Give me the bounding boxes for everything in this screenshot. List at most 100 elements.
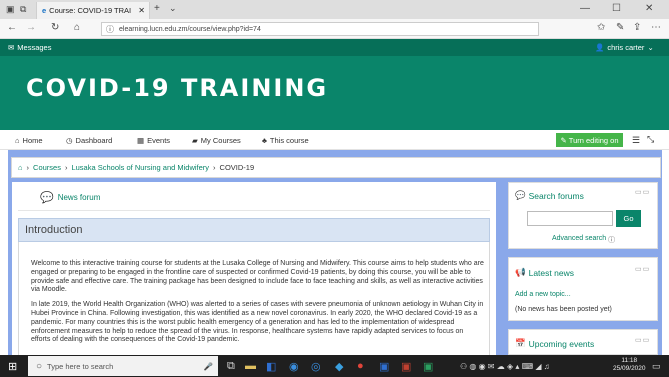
clock-date: 25/09/2020 <box>613 365 646 372</box>
nav-this-course[interactable]: ♣ This course <box>262 136 309 145</box>
url-text: elearning.lucn.edu.zm/course/view.php?id… <box>119 25 261 33</box>
nav-home[interactable]: ⌂ Home <box>15 136 43 145</box>
forum-icon: 💬 <box>40 192 54 204</box>
pen-icon[interactable]: ✎ <box>616 22 624 33</box>
close-tab-icon[interactable]: ✕ <box>138 6 145 15</box>
section-header: Introduction <box>18 218 490 242</box>
browser-tab[interactable]: e Course: COVID-19 TRAI ✕ <box>36 2 150 19</box>
share-icon[interactable]: ⇪ <box>633 22 641 33</box>
site-top-bar: ✉ Messages 👤 chris carter ⌄ <box>0 39 669 56</box>
search-go-button[interactable]: Go <box>616 210 641 227</box>
clock-time: 11:18 <box>621 357 638 364</box>
add-new-topic-link[interactable]: Add a new topic... <box>515 291 571 298</box>
home-icon[interactable]: ⌂ <box>74 22 80 33</box>
nav-dashboard-label: Dashboard <box>75 136 113 145</box>
nav-events[interactable]: ▦ Events <box>137 136 170 145</box>
intro-paragraph: Welcome to this interactive training cou… <box>31 260 484 294</box>
block-controls-icon[interactable]: ▭▭ <box>635 336 650 344</box>
main-nav: ⌂ Home ◷ Dashboard ▦ Events ▰ My Courses ♣ Th… <box>0 130 669 150</box>
advanced-search-link[interactable]: Advanced search ⓘ <box>552 235 615 245</box>
turn-editing-on-label: Turn editing on <box>568 135 619 145</box>
microphone-icon: 🎤 <box>203 361 213 371</box>
messages-label: Messages <box>17 43 52 52</box>
nav-my-courses[interactable]: ▰ My Courses <box>192 136 241 145</box>
excel-icon[interactable]: ▣ <box>423 358 433 374</box>
briefcase-icon: ▰ <box>192 136 198 145</box>
turn-editing-on-button[interactable]: ✎ Turn editing on <box>556 133 623 147</box>
page-title: COVID-19 TRAINING <box>26 74 329 102</box>
course-content: 💬 News forum Introduction Welcome to thi… <box>12 182 496 355</box>
expand-icon[interactable]: ⤡ <box>647 134 654 145</box>
notifications-icon[interactable]: ▭ <box>652 358 661 374</box>
file-explorer-icon[interactable]: ▬ <box>245 358 256 374</box>
nav-my-courses-label: My Courses <box>200 136 241 145</box>
advanced-search-label: Advanced search <box>552 235 607 242</box>
block-controls-icon[interactable]: ▭▭ <box>635 265 650 273</box>
more-icon[interactable]: ⋯ <box>651 22 661 33</box>
tab-actions-icon[interactable]: ▣ <box>6 4 15 15</box>
general-section: 💬 News forum <box>18 182 490 211</box>
messages-link[interactable]: ✉ Messages <box>8 43 51 52</box>
word-icon[interactable]: ▣ <box>379 358 389 374</box>
breadcrumb-separator-icon: › <box>26 163 30 172</box>
edit-icon: ✎ <box>560 135 567 145</box>
edge-taskbar-icon[interactable]: ◉ <box>289 358 299 374</box>
messages-icon: ✉ <box>8 43 15 52</box>
block-toggle-icon[interactable]: ☰ <box>632 135 640 146</box>
breadcrumb-courses[interactable]: Courses <box>33 163 61 172</box>
refresh-icon[interactable]: ↻ <box>51 22 59 33</box>
block-controls-icon[interactable]: ▭▭ <box>635 188 650 196</box>
minimize-icon[interactable]: — <box>580 3 590 14</box>
powerpoint-icon[interactable]: ▣ <box>401 358 411 374</box>
breadcrumb-home-icon[interactable]: ⌂ <box>18 163 23 172</box>
user-menu[interactable]: 👤 chris carter ⌄ <box>595 43 654 52</box>
back-icon[interactable]: ← <box>7 22 17 33</box>
address-bar-row: ← → ↻ ⌂ ⓘ elearning.lucn.edu.zm/course/v… <box>0 19 669 52</box>
section-summary: Welcome to this interactive training cou… <box>18 242 490 355</box>
task-view-icon[interactable]: ⧉ <box>227 358 235 374</box>
latest-news-block: 📢 Latest news ▭▭ Add a new topic... (No … <box>508 257 658 321</box>
user-icon: 👤 <box>595 43 605 52</box>
close-window-icon[interactable]: ✕ <box>645 3 653 14</box>
taskbar-search-placeholder: Type here to search <box>47 361 114 371</box>
search-forums-block: 💬 Search forums ▭▭ Go Advanced search ⓘ <box>508 182 658 249</box>
browser-taskbar-icon[interactable]: ◎ <box>311 358 321 374</box>
clock[interactable]: 11:18 25/09/2020 <box>613 357 646 373</box>
nav-dashboard[interactable]: ◷ Dashboard <box>66 136 112 145</box>
maximize-icon[interactable]: ☐ <box>612 3 621 14</box>
breadcrumb-separator-icon: › <box>64 163 68 172</box>
search-forums-title: Search forums <box>528 190 584 201</box>
nav-this-course-label: This course <box>269 136 309 145</box>
latest-news-title: Latest news <box>528 267 574 278</box>
section-title: Introduction <box>25 224 83 236</box>
latest-news-header: 📢 Latest news <box>515 267 574 278</box>
url-field[interactable]: ⓘ elearning.lucn.edu.zm/course/view.php?… <box>101 22 539 36</box>
calendar-icon: 📅 <box>515 338 526 348</box>
breadcrumb-school[interactable]: Lusaka Schools of Nursing and Midwifery <box>71 163 209 172</box>
search-forums-input[interactable] <box>527 211 613 226</box>
favorites-icon[interactable]: ✩ <box>597 22 605 33</box>
news-forum-link[interactable]: 💬 News forum <box>40 191 100 204</box>
search-forums-header: 💬 Search forums <box>515 190 584 201</box>
course-header: COVID-19 TRAINING <box>0 56 669 130</box>
home-icon: ⌂ <box>15 136 20 145</box>
background-paragraph: In late 2019, the World Health Organizat… <box>31 301 484 344</box>
tab-list-chevron-icon[interactable]: ⌄ <box>169 3 177 14</box>
tray-icons[interactable]: ⚇ ◍ ◉ ✉ ☁ ◈ ▴ ⌨ ◢ ♫ <box>460 358 550 374</box>
tab-title: Course: COVID-19 TRAI <box>49 6 132 15</box>
upcoming-events-title: Upcoming events <box>528 338 595 349</box>
calendar-icon: ▦ <box>137 136 145 145</box>
breadcrumb-current: COVID-19 <box>219 163 255 172</box>
browser-tab-bar: ▣ ⧉ e Course: COVID-19 TRAI ✕ + ⌄ — ☐ ✕ <box>0 0 669 19</box>
edge-icon: e <box>42 6 47 15</box>
forward-icon[interactable]: → <box>26 22 36 33</box>
new-tab-icon[interactable]: + <box>154 3 160 14</box>
set-aside-tabs-icon[interactable]: ⧉ <box>20 4 26 15</box>
app-taskbar-icon[interactable]: ◆ <box>335 358 343 374</box>
outlook-icon[interactable]: ◧ <box>266 358 276 374</box>
taskbar-search-box[interactable]: ○ Type here to search 🎤 <box>28 356 218 376</box>
windows-start-icon[interactable]: ⊞ <box>8 358 17 374</box>
app2-taskbar-icon[interactable]: ● <box>357 358 364 374</box>
dashboard-icon: ◷ <box>66 136 73 145</box>
nav-home-label: Home <box>22 136 43 145</box>
